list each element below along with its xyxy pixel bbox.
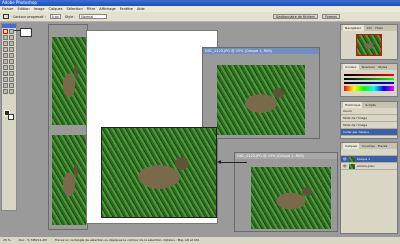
history-panel: Historique Scripts Ouvrir Taille de l'im… xyxy=(340,101,398,139)
photo-thumb-bottom xyxy=(52,135,86,225)
style-label: Style : xyxy=(64,14,76,19)
tool-notes[interactable] xyxy=(3,83,8,88)
document-title-back[interactable]: DSC_0123.JPG @ 25% (Calque 1, RVB) xyxy=(235,153,337,159)
status-bar: 25 % Doc : 5,74M/11,4M Tracez un rectang… xyxy=(0,236,400,244)
feather-label: Contour progressif : xyxy=(13,14,46,19)
app-title: Adobe Photoshop xyxy=(2,0,37,5)
layer-name: Calque 1 xyxy=(356,157,371,161)
tab-layers[interactable]: Calques xyxy=(343,143,359,149)
tool-eraser[interactable] xyxy=(3,59,8,64)
document-window-background[interactable] xyxy=(48,24,88,230)
color-tabs: Couleur Nuancier Styles xyxy=(341,64,397,70)
options-bar: Contour progressif : 0 px Style : Normal… xyxy=(0,12,400,22)
tool-blur[interactable] xyxy=(3,65,8,70)
tab-histogram[interactable]: Histo xyxy=(375,25,383,31)
tool-brush[interactable] xyxy=(9,47,14,52)
tab-channels[interactable]: Couches xyxy=(362,143,375,149)
history-item[interactable]: Ouvrir xyxy=(341,108,397,115)
tab-history[interactable]: Historique xyxy=(343,102,363,108)
tab-navigator[interactable]: Navigateur xyxy=(343,25,364,31)
tab-swatches[interactable]: Nuancier xyxy=(362,64,375,70)
status-hint: Tracez un rectangle de sélection ou dépl… xyxy=(54,238,201,242)
navigator-panel: Navigateur Info Histo xyxy=(340,24,398,60)
callout-arrow xyxy=(14,30,21,31)
color-panel: Couleur Nuancier Styles xyxy=(340,63,398,97)
tool-eyedropper[interactable] xyxy=(9,83,14,88)
layer-row[interactable]: 👁 Arrière-plan xyxy=(341,163,397,170)
toolbox-header xyxy=(2,24,16,28)
photo-back xyxy=(251,167,331,229)
drag-arrow-head xyxy=(217,160,221,164)
history-item[interactable]: Taille de l'image xyxy=(341,115,397,122)
navigator-preview xyxy=(356,34,382,56)
layer-name: Arrière-plan xyxy=(356,164,375,168)
tool-slice[interactable] xyxy=(9,41,14,46)
spectrum-bar[interactable] xyxy=(344,86,394,91)
tab-info[interactable]: Info xyxy=(367,25,373,31)
history-item-selected[interactable]: Coller par dessus xyxy=(341,129,397,136)
tool-crop[interactable] xyxy=(3,41,8,46)
tool-text[interactable] xyxy=(9,71,14,76)
tool-gradient[interactable] xyxy=(9,59,14,64)
tool-shape[interactable] xyxy=(9,77,14,82)
feather-field[interactable]: 0 px xyxy=(49,14,61,19)
marquee-tool-icon[interactable] xyxy=(3,14,9,19)
tool-stamp[interactable] xyxy=(3,53,8,58)
red-slider[interactable] xyxy=(344,74,394,76)
zoom-level[interactable]: 25 % xyxy=(3,237,11,244)
layer-thumbnail xyxy=(348,156,355,162)
layer-thumbnail xyxy=(348,163,355,169)
tool-path[interactable] xyxy=(3,71,8,76)
style-select[interactable]: Normal xyxy=(79,14,108,19)
green-slider[interactable] xyxy=(344,78,394,80)
drag-arrow-line xyxy=(219,162,247,163)
eye-icon[interactable]: 👁 xyxy=(343,157,347,161)
document-window-back[interactable]: DSC_0123.JPG @ 25% (Calque 1, RVB) xyxy=(234,152,338,232)
shapes-tab[interactable]: Formes xyxy=(321,14,340,19)
tool-heal[interactable] xyxy=(3,47,8,52)
doc-size: Doc : 5,74M/11,4M xyxy=(18,238,47,242)
blue-slider[interactable] xyxy=(344,82,394,84)
eye-icon[interactable]: 👁 xyxy=(343,164,347,168)
tool-pen[interactable] xyxy=(3,77,8,82)
photo-thumb-top xyxy=(52,37,86,125)
background-color-swatch[interactable] xyxy=(8,114,14,120)
dragged-selection-photo[interactable] xyxy=(101,127,217,218)
tool-marquee[interactable] xyxy=(3,29,8,34)
tab-paths[interactable]: Tracés xyxy=(378,143,388,149)
tool-zoom[interactable] xyxy=(9,89,14,94)
photo-front xyxy=(217,65,305,135)
tab-scripts[interactable]: Scripts xyxy=(365,102,375,108)
tool-lasso[interactable] xyxy=(3,35,8,40)
tool-dodge[interactable] xyxy=(9,65,14,70)
document-window-front[interactable]: DSC_0123.JPG @ 25% (Calque 1, RVB) xyxy=(202,47,320,139)
file-browser-button[interactable]: Gestionnaire de fichiers xyxy=(272,14,318,19)
history-item[interactable]: Taille de l'image xyxy=(341,122,397,129)
navigator-tabs: Navigateur Info Histo xyxy=(341,25,397,31)
callout-box xyxy=(20,28,32,37)
tab-styles[interactable]: Styles xyxy=(378,64,387,70)
toolbox xyxy=(1,23,17,211)
tool-history-brush[interactable] xyxy=(9,53,14,58)
layer-row-selected[interactable]: 👁 Calque 1 xyxy=(341,156,397,163)
tool-wand[interactable] xyxy=(9,35,14,40)
layers-options-row xyxy=(341,149,397,156)
document-title-front[interactable]: DSC_0123.JPG @ 25% (Calque 1, RVB) xyxy=(203,48,319,54)
layers-panel: Calques Couches Tracés 👁 Calque 1 👁 Arri… xyxy=(340,142,398,234)
tool-hand[interactable] xyxy=(3,89,8,94)
tab-color[interactable]: Couleur xyxy=(343,64,359,70)
